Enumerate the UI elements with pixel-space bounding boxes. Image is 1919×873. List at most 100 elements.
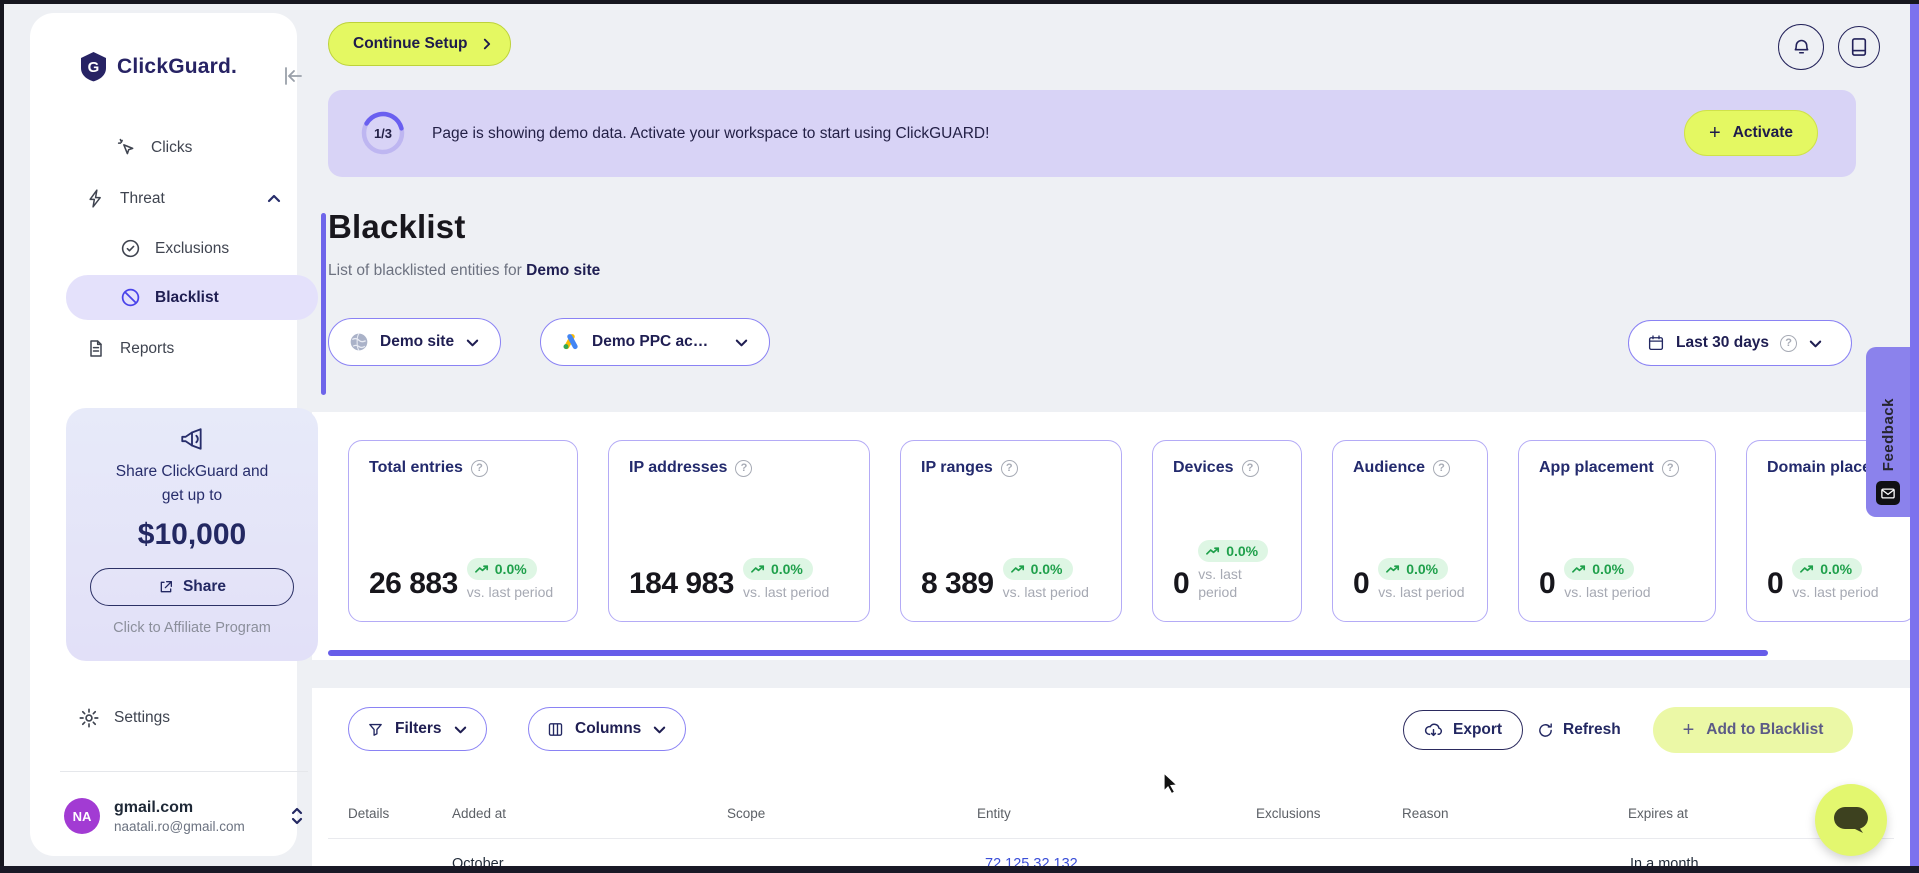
stat-label: IP ranges	[921, 459, 993, 476]
stat-delta: 0.0%	[1406, 560, 1439, 577]
sidebar-item-clicks[interactable]: Clicks	[116, 137, 192, 158]
sidebar-item-label: Threat	[120, 189, 165, 207]
filters-dropdown[interactable]: Filters	[348, 707, 487, 751]
brand-name: ClickGuard.	[117, 54, 238, 78]
user-email: naatali.ro@gmail.com	[114, 818, 245, 834]
date-range-label: Last 30 days	[1676, 334, 1770, 351]
column-header-exclusions[interactable]: Exclusions	[1256, 806, 1321, 821]
promo-text-line1: Share ClickGuard and	[115, 463, 269, 480]
cursor-click-icon	[116, 137, 137, 158]
docs-button[interactable]	[1838, 26, 1880, 68]
setup-progress-step: 1/3	[373, 125, 393, 141]
page-subtitle: List of blacklisted entities for Demo si…	[328, 262, 600, 280]
sidebar-item-reports[interactable]: Reports	[86, 338, 174, 359]
stat-card-ip-addresses: IP addresses? 184 983 0.0% vs. last perio…	[608, 440, 870, 622]
chevron-right-icon	[480, 37, 494, 51]
chevron-down-icon	[465, 335, 480, 350]
stat-card-total-entries: Total entries? 26 883 0.0% vs. last perio…	[348, 440, 578, 622]
stats-panel: Total entries? 26 883 0.0% vs. last perio…	[312, 412, 1910, 660]
feedback-tab[interactable]: Feedback	[1866, 347, 1910, 517]
chat-launcher-button[interactable]	[1815, 784, 1887, 856]
stats-horizontal-scrollbar[interactable]	[328, 650, 1768, 656]
column-header-entity[interactable]: Entity	[977, 806, 1011, 821]
site-selector[interactable]: Demo site	[328, 318, 502, 366]
continue-setup-label: Continue Setup	[353, 35, 468, 52]
help-icon[interactable]: ?	[1433, 459, 1451, 477]
help-icon[interactable]: ?	[1661, 459, 1679, 477]
demo-data-banner: 1/3 Page is showing demo data. Activate …	[328, 90, 1856, 177]
trending-up-icon	[1386, 563, 1401, 575]
stat-delta: 0.0%	[1820, 560, 1853, 577]
sidebar-item-threat[interactable]: Threat	[86, 188, 282, 209]
promo-amount: $10,000	[137, 518, 247, 552]
workspace-switcher[interactable]: NA gmail.com naatali.ro@gmail.com	[64, 798, 304, 834]
window-edge-left	[0, 0, 4, 873]
sidebar-item-label: Exclusions	[155, 239, 230, 257]
help-icon: ?	[1780, 334, 1798, 352]
blacklist-table-panel: Filters Columns Export Refresh + Add to …	[312, 688, 1910, 866]
add-to-blacklist-button[interactable]: + Add to Blacklist	[1653, 707, 1853, 753]
export-button[interactable]: Export	[1403, 710, 1524, 750]
stat-label: Audience	[1353, 459, 1426, 476]
affiliate-promo-card[interactable]: Share ClickGuard and get up to $10,000 S…	[66, 408, 318, 661]
chat-bubble-icon	[1833, 805, 1869, 835]
document-icon	[86, 338, 106, 359]
globe-icon	[349, 332, 369, 352]
ppc-account-selector[interactable]: Demo PPC ac…	[540, 318, 770, 366]
columns-dropdown[interactable]: Columns	[528, 707, 687, 751]
notifications-button[interactable]	[1778, 24, 1824, 70]
stat-delta: 0.0%	[1030, 560, 1063, 577]
page-scrollbar[interactable]	[1910, 0, 1919, 873]
column-header-reason[interactable]: Reason	[1402, 806, 1449, 821]
stat-value: 26 883	[369, 567, 458, 600]
sidebar-item-blacklist[interactable]: Blacklist	[66, 275, 318, 320]
stat-card-audience: Audience? 0 0.0% vs. last period	[1332, 440, 1488, 622]
refresh-button[interactable]: Refresh	[1537, 710, 1621, 750]
sidebar-item-label: Clicks	[151, 138, 193, 156]
book-icon	[1850, 37, 1868, 57]
filters-label: Filters	[395, 720, 442, 737]
sidebar-scrollbar[interactable]	[321, 213, 326, 395]
stat-card-ip-ranges: IP ranges? 8 389 0.0% vs. last period	[900, 440, 1122, 622]
chevron-down-icon	[652, 722, 667, 737]
banner-message: Page is showing demo data. Activate your…	[432, 124, 990, 142]
cell-entity-link[interactable]: 72.125.32.132	[985, 856, 1078, 866]
shield-logo-icon: G	[80, 51, 107, 82]
stat-vs-label: vs. last period	[1002, 583, 1089, 600]
help-icon[interactable]: ?	[1000, 459, 1018, 477]
cell-added-at: October	[452, 856, 504, 866]
stat-vs-label: vs. last period	[742, 583, 830, 600]
sidebar-item-label: Blacklist	[155, 288, 219, 306]
affiliate-hint: Click to Affiliate Program	[113, 620, 271, 637]
column-header-expires-at[interactable]: Expires at	[1628, 806, 1688, 821]
activate-button[interactable]: + Activate	[1684, 110, 1818, 156]
stat-vs-label: vs. last period	[1564, 583, 1651, 600]
column-header-added-at[interactable]: Added at	[452, 806, 506, 821]
feedback-label: Feedback	[1879, 397, 1897, 471]
share-button[interactable]: Share	[90, 568, 294, 607]
stat-vs-label: vs. last period	[466, 583, 554, 600]
continue-setup-button[interactable]: Continue Setup	[328, 22, 511, 66]
stat-value: 8 389	[921, 567, 994, 600]
help-icon[interactable]: ?	[470, 459, 488, 477]
column-header-details[interactable]: Details	[348, 806, 389, 821]
help-icon[interactable]: ?	[1241, 459, 1259, 477]
stat-delta: 0.0%	[1592, 560, 1625, 577]
export-label: Export	[1453, 721, 1503, 738]
sidebar-item-settings[interactable]: Settings	[78, 707, 170, 729]
sidebar-item-exclusions[interactable]: Exclusions	[120, 238, 229, 259]
help-icon[interactable]: ?	[735, 459, 753, 477]
date-range-selector[interactable]: Last 30 days ?	[1628, 320, 1852, 366]
collapse-sidebar-icon[interactable]	[280, 63, 306, 89]
table-header-divider	[328, 838, 1894, 839]
stat-label: App placement	[1539, 459, 1654, 476]
ban-icon	[120, 287, 141, 308]
calendar-icon	[1647, 334, 1665, 352]
plus-icon: +	[1709, 122, 1721, 144]
column-header-scope[interactable]: Scope	[727, 806, 765, 821]
share-label: Share	[182, 578, 227, 596]
stat-card-app-placement: App placement? 0 0.0% vs. last period	[1518, 440, 1716, 622]
chevron-updown-icon	[290, 806, 304, 826]
stat-value: 184 983	[629, 567, 734, 600]
external-link-icon	[158, 579, 174, 595]
